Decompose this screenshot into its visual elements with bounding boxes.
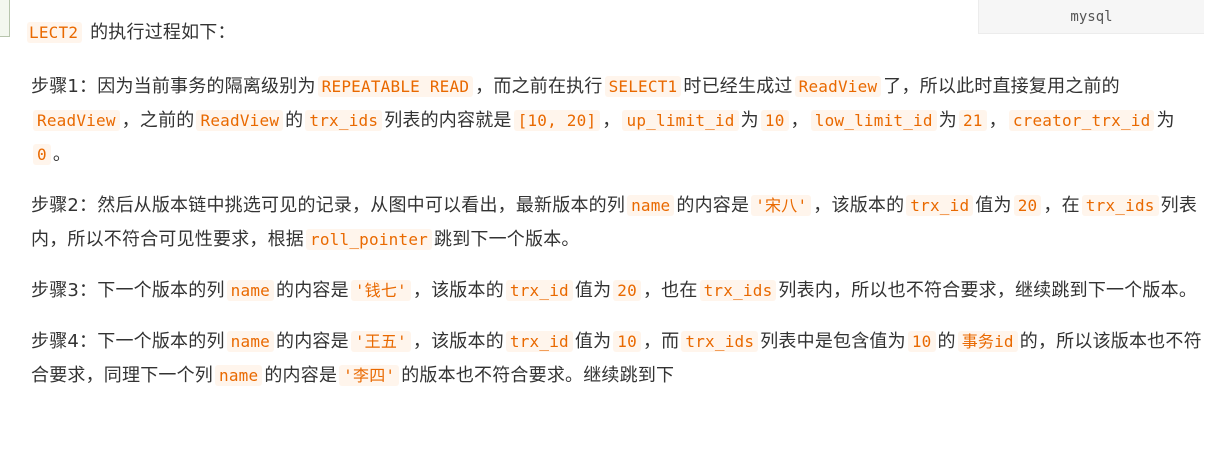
step-text: 时已经生成过 (683, 76, 793, 97)
step-text: 为 (938, 110, 957, 131)
inline-code: 0 (33, 144, 51, 165)
step-text: 步骤2：然后从版本链中挑选可见的记录，从图中可以看出，最新版本的列 (31, 195, 626, 216)
inline-code: 10 (613, 331, 641, 352)
step-text: ，而之前在执行 (475, 76, 603, 97)
inline-code: 20 (1013, 195, 1042, 216)
inline-code: trx_ids (305, 110, 383, 131)
step-text: ， (790, 110, 809, 131)
step-paragraph: 步骤1：因为当前事务的隔离级别为 REPEATABLE READ ，而之前在执行 SE… (31, 70, 1206, 172)
step-text: 步骤4：下一个版本的列 (31, 331, 225, 352)
step-text: ，而 (642, 331, 680, 352)
step-text: ，也在 (642, 280, 698, 301)
inline-code: creator_trx_id (1008, 110, 1155, 131)
step-text: ，该版本的 (813, 195, 905, 216)
inline-code: ReadView (196, 110, 284, 131)
step-text: ， (988, 110, 1007, 131)
sidebar-edge-decoration (0, 0, 10, 37)
inline-code: [10, 20] (513, 110, 601, 131)
inline-code: roll_pointer (306, 229, 432, 250)
inline-code: 事务id (957, 331, 1018, 352)
step-text: 值为 (574, 280, 612, 301)
step-paragraph: 步骤2：然后从版本链中挑选可见的记录，从图中可以看出，最新版本的列 name 的内容… (31, 189, 1206, 257)
inline-code: trx_ids (699, 280, 777, 301)
inline-code: trx_id (906, 195, 974, 216)
intro-text: 的执行过程如下： (90, 22, 236, 43)
step-text: 值为 (975, 195, 1012, 216)
step-text: ，该版本的 (412, 331, 504, 352)
step-text: 跳到下一个版本。 (434, 229, 580, 250)
step-text: ， (602, 110, 621, 131)
step-text: ，之前的 (121, 110, 195, 131)
step-text: 步骤3：下一个版本的列 (31, 280, 225, 301)
step-text: 的内容是 (676, 195, 750, 216)
step-text: 为 (1156, 110, 1175, 131)
step-text: 的 (937, 331, 956, 352)
step-text: ，在 (1043, 195, 1080, 216)
step-text: 。 (52, 144, 72, 165)
inline-code: name (226, 331, 274, 352)
inline-code: '王五' (350, 331, 411, 352)
inline-code: 10 (760, 110, 789, 131)
step-text: ，该版本的 (412, 280, 504, 301)
step-text: 了，所以此时直接复用之前的 (883, 76, 1120, 97)
inline-code: name (627, 195, 675, 216)
inline-code: trx_ids (1081, 195, 1159, 216)
inline-code: '李四' (339, 365, 400, 386)
inline-code: trx_id (505, 280, 573, 301)
step-paragraph: 步骤4：下一个版本的列 name 的内容是 '王五' ，该版本的 trx_id 值为 10 ，而… (31, 325, 1206, 393)
step-text: 列表的内容就是 (384, 110, 512, 131)
inline-code: 21 (958, 110, 987, 131)
inline-code: SELECT1 (604, 76, 682, 97)
step-text: 步骤1：因为当前事务的隔离级别为 (31, 76, 316, 97)
intro-paragraph: LECT2 的执行过程如下： (27, 16, 1206, 50)
step-text: 的内容是 (276, 280, 349, 301)
inline-code: up_limit_id (622, 110, 739, 131)
step-text: 的内容是 (276, 331, 349, 352)
inline-code: ReadView (33, 110, 120, 131)
step-text: 值为 (574, 331, 612, 352)
article-body: LECT2 的执行过程如下： 步骤1：因为当前事务的隔离级别为 REPEATABL… (27, 16, 1206, 410)
step-paragraph: 步骤3：下一个版本的列 name 的内容是 '钱七' ，该版本的 trx_id 值为 20 ，也… (31, 274, 1206, 308)
inline-code: name (215, 365, 263, 386)
inline-code: ReadView (794, 76, 882, 97)
inline-code: '钱七' (350, 280, 411, 301)
inline-code: '宋八' (751, 195, 812, 216)
inline-code: 20 (613, 280, 641, 301)
step-text: 列表内，所以也不符合要求，继续跳到下一个版本。 (778, 280, 1198, 301)
inline-code: REPEATABLE READ (317, 76, 474, 97)
step-text: 的版本也不符合要求。继续跳到下 (401, 365, 675, 386)
inline-code: low_limit_id (810, 110, 937, 131)
step-text: 的内容是 (264, 365, 338, 386)
step-text: 为 (740, 110, 759, 131)
inline-code: name (226, 280, 274, 301)
inline-code: 10 (907, 331, 936, 352)
inline-code: LECT2 (27, 22, 83, 43)
step-text: 的 (285, 110, 304, 131)
inline-code: trx_id (505, 331, 573, 352)
inline-code: trx_ids (681, 331, 759, 352)
step-text: 列表中是包含值为 (760, 331, 906, 352)
